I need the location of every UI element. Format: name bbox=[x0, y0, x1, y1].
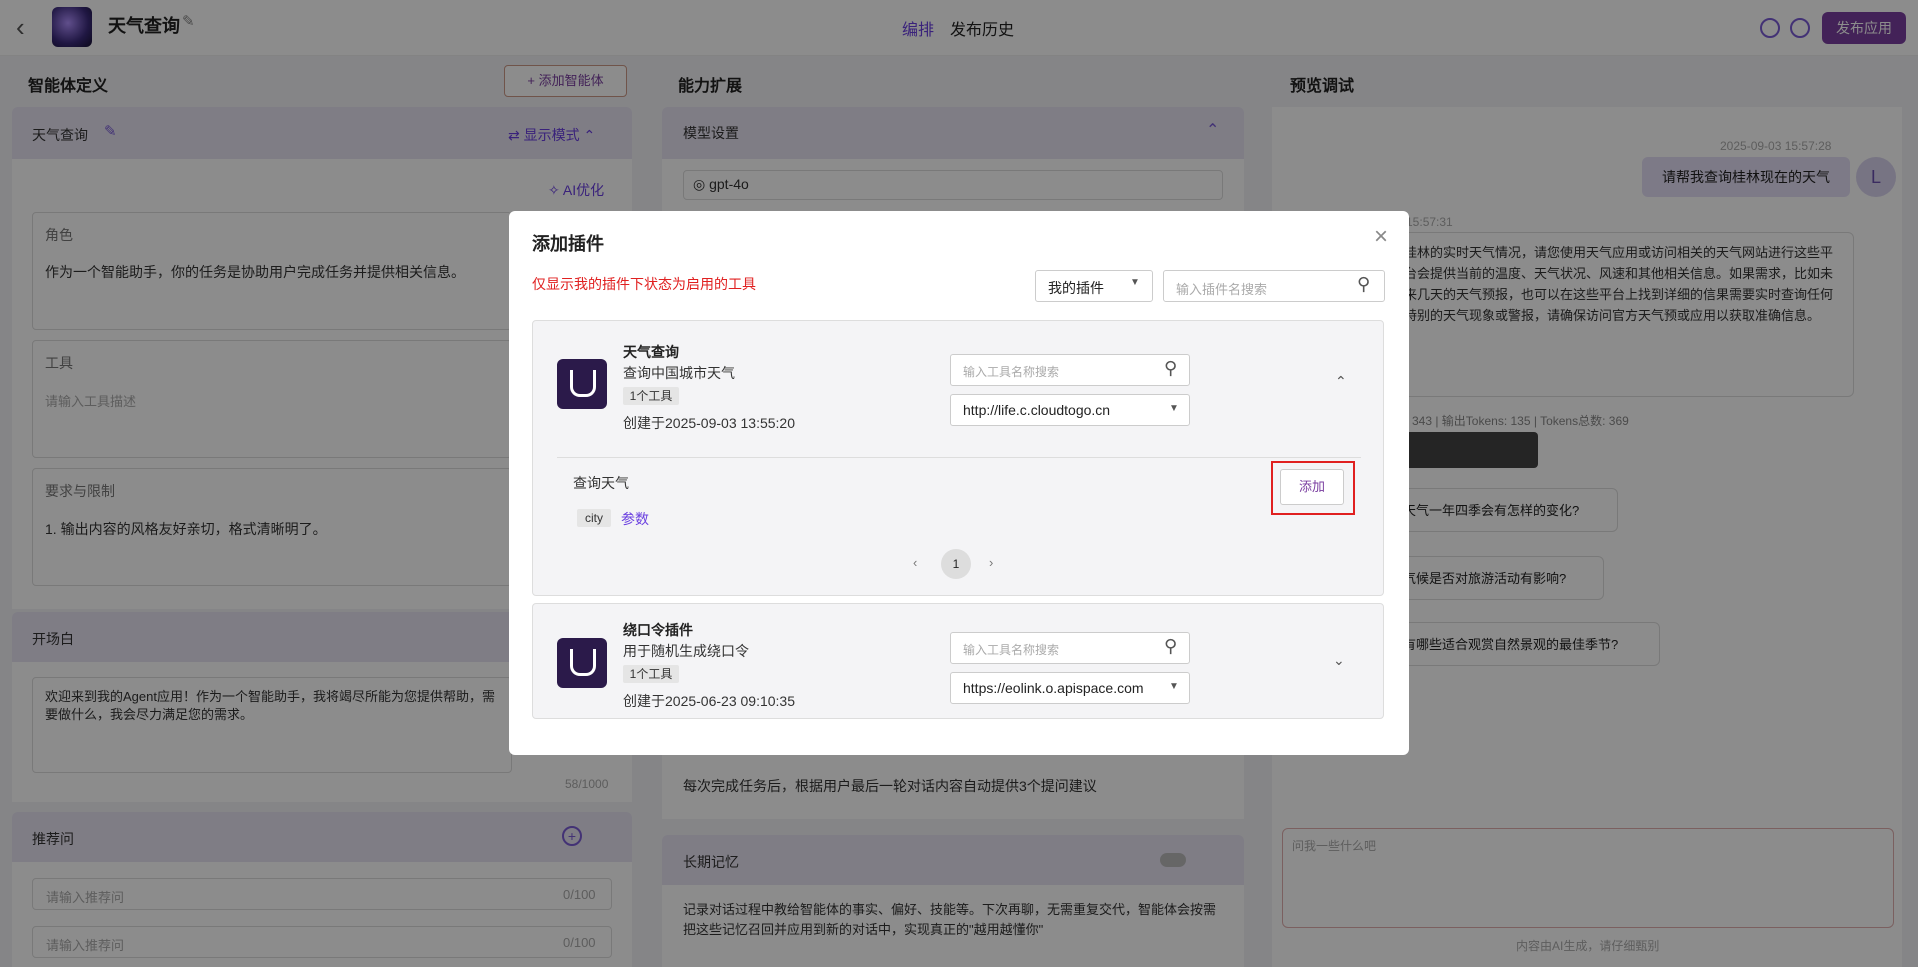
url-select[interactable]: http://life.c.cloudtogo.cn ▼ bbox=[950, 394, 1190, 426]
plugin-card-tongue-twister: 绕口令插件 用于随机生成绕口令 1个工具 创建于2025-06-23 09:10… bbox=[532, 603, 1384, 719]
plugin-search-input[interactable]: 输入插件名搜索 ⚲ bbox=[1163, 270, 1385, 302]
tool-count-badge: 1个工具 bbox=[623, 387, 679, 405]
add-tool-button[interactable]: 添加 bbox=[1280, 469, 1344, 505]
plugin-icon bbox=[557, 638, 607, 688]
url-select[interactable]: https://eolink.o.apispace.com ▼ bbox=[950, 672, 1190, 704]
tool-search-placeholder: 输入工具名称搜索 bbox=[963, 365, 1060, 379]
modal-title: 添加插件 bbox=[532, 234, 604, 254]
prev-page-icon[interactable]: ‹ bbox=[913, 555, 917, 570]
tool-search-input[interactable]: 输入工具名称搜索 ⚲ bbox=[950, 354, 1190, 386]
url-value: http://life.c.cloudtogo.cn bbox=[963, 402, 1111, 418]
plugin-created: 创建于2025-09-03 13:55:20 bbox=[623, 415, 795, 431]
page-number[interactable]: 1 bbox=[941, 549, 971, 579]
next-page-icon[interactable]: › bbox=[989, 555, 993, 570]
tool-search-placeholder: 输入工具名称搜索 bbox=[963, 643, 1060, 657]
tool-name: 查询天气 bbox=[573, 475, 629, 491]
add-plugin-modal: 添加插件 × 仅显示我的插件下状态为启用的工具 我的插件 ▼ 输入插件名搜索 ⚲… bbox=[509, 211, 1409, 755]
search-icon[interactable]: ⚲ bbox=[1164, 358, 1177, 379]
search-icon[interactable]: ⚲ bbox=[1164, 636, 1177, 657]
plugin-icon bbox=[557, 359, 607, 409]
plugin-filter-select[interactable]: 我的插件 ▼ bbox=[1035, 270, 1153, 302]
tool-search-input[interactable]: 输入工具名称搜索 ⚲ bbox=[950, 632, 1190, 664]
plugin-card-weather: 天气查询 查询中国城市天气 1个工具 创建于2025-09-03 13:55:2… bbox=[532, 320, 1384, 596]
plugin-desc: 查询中国城市天气 bbox=[623, 365, 735, 381]
filter-value: 我的插件 bbox=[1048, 280, 1104, 296]
param-tag: city bbox=[577, 509, 611, 527]
modal-notice: 仅显示我的插件下状态为启用的工具 bbox=[532, 276, 756, 292]
divider bbox=[557, 457, 1361, 458]
chevron-up-icon[interactable]: ⌃ bbox=[1335, 373, 1347, 390]
search-icon[interactable]: ⚲ bbox=[1357, 274, 1370, 295]
close-icon[interactable]: × bbox=[1374, 223, 1388, 251]
chevron-down-icon[interactable]: ⌄ bbox=[1333, 652, 1345, 669]
dropdown-caret-icon: ▼ bbox=[1130, 277, 1140, 288]
tool-count-badge: 1个工具 bbox=[623, 665, 679, 683]
param-link[interactable]: 参数 bbox=[621, 509, 649, 529]
url-value: https://eolink.o.apispace.com bbox=[963, 680, 1144, 696]
plugin-created: 创建于2025-06-23 09:10:35 bbox=[623, 693, 795, 709]
plugin-name: 绕口令插件 bbox=[623, 622, 693, 638]
dropdown-caret-icon: ▼ bbox=[1169, 681, 1179, 692]
plugin-name: 天气查询 bbox=[623, 344, 679, 360]
plugin-search-placeholder: 输入插件名搜索 bbox=[1176, 282, 1268, 297]
plugin-desc: 用于随机生成绕口令 bbox=[623, 643, 749, 659]
dropdown-caret-icon: ▼ bbox=[1169, 403, 1179, 414]
